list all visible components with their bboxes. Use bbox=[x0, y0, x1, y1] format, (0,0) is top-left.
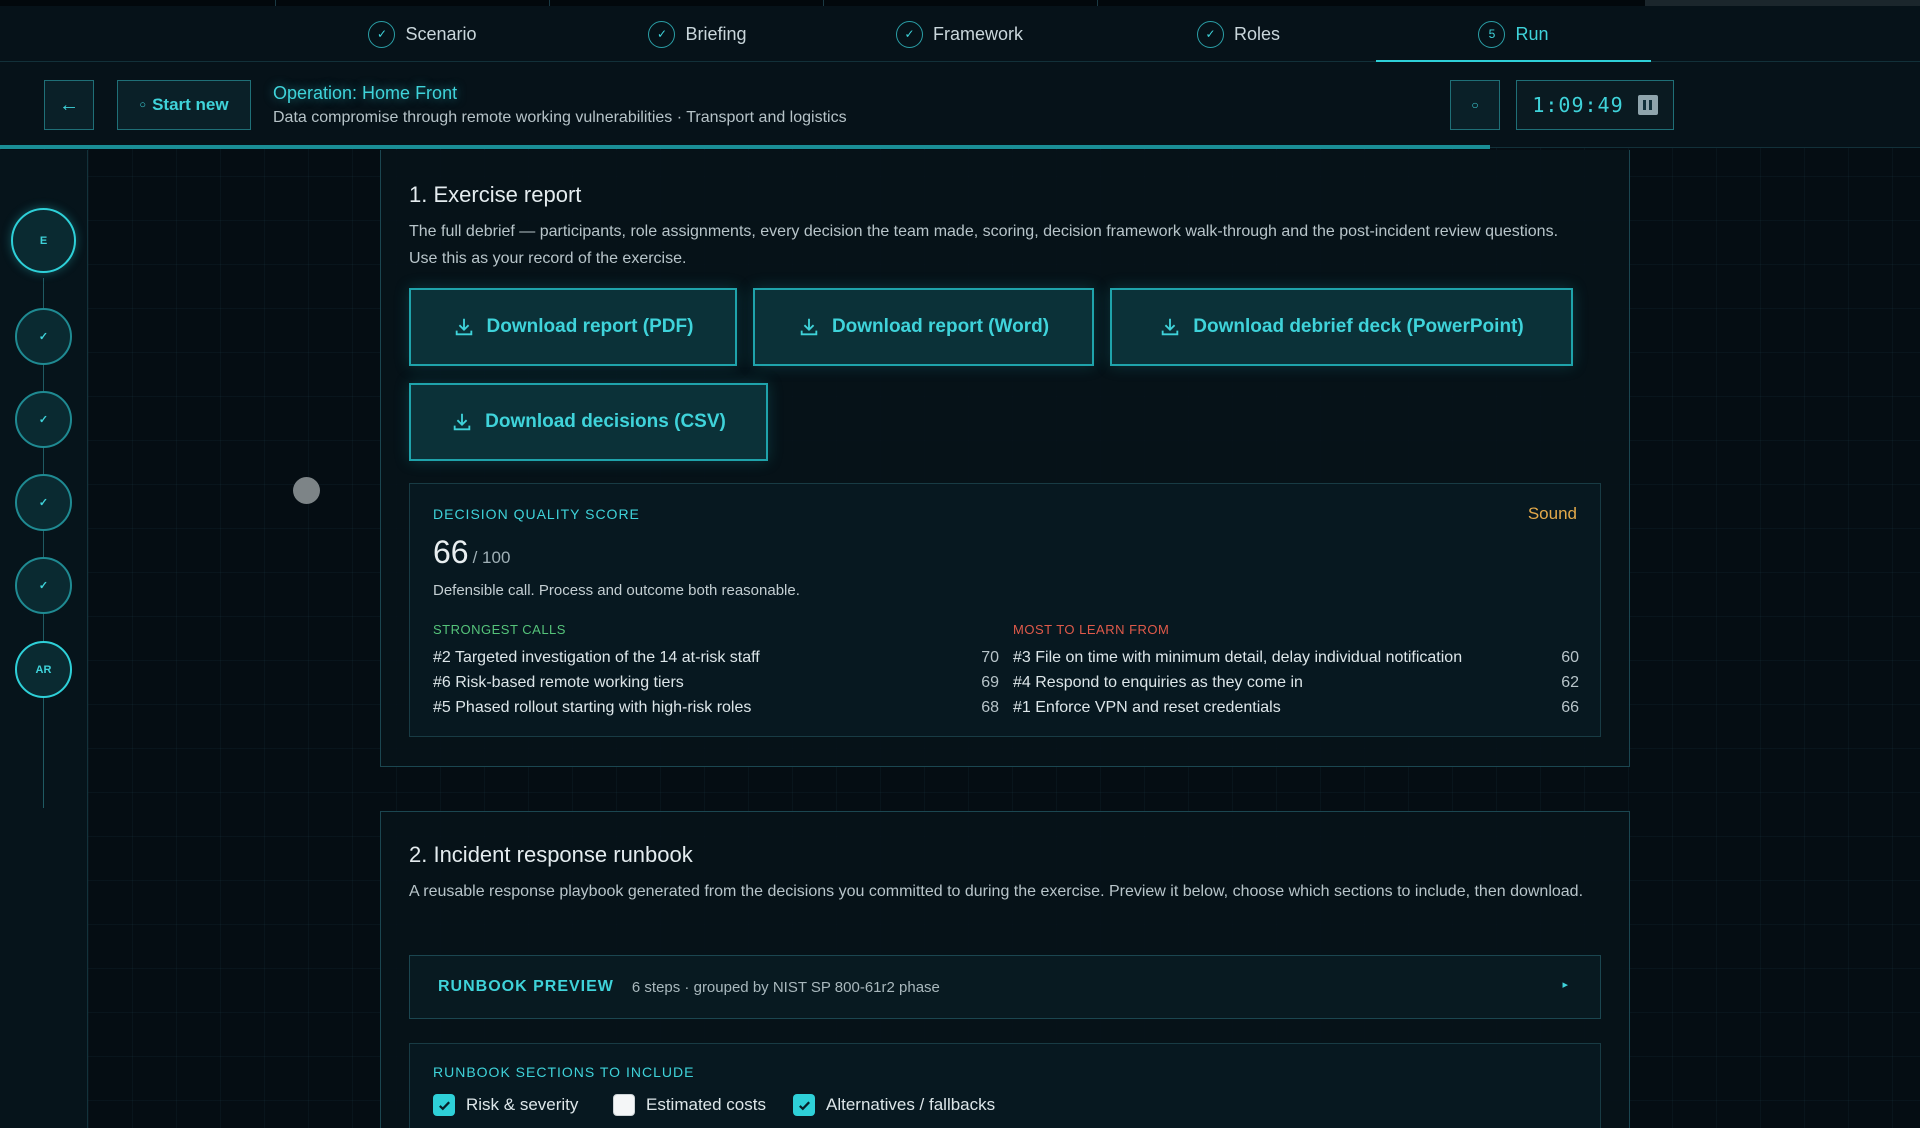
button-label: Download report (Word) bbox=[831, 316, 1050, 337]
check-icon: ✓ bbox=[368, 20, 396, 48]
rail-node-check[interactable]: ✓ bbox=[15, 557, 72, 614]
check-icon: ✓ bbox=[1196, 20, 1224, 48]
learn-from-list: MOST TO LEARN FROM #3 File on time with … bbox=[1013, 622, 1579, 720]
checkbox-label: Alternatives / fallbacks bbox=[826, 1095, 996, 1114]
exercise-timer: 1:09:49 bbox=[1516, 80, 1674, 130]
rail-node-check[interactable]: ✓ bbox=[15, 474, 72, 531]
step-scenario[interactable]: ✓ Scenario bbox=[285, 6, 560, 62]
score-value-wrap: 66/ 100 bbox=[433, 534, 510, 571]
item-label: #1 Enforce VPN and reset credentials bbox=[1013, 699, 1281, 716]
button-label: Download decisions (CSV) bbox=[485, 411, 726, 432]
score-badge: Sound bbox=[1527, 504, 1577, 523]
checkbox-label: Estimated costs bbox=[646, 1095, 766, 1114]
start-new-button[interactable]: ○ Start new bbox=[117, 80, 251, 130]
rail-node-check[interactable]: ✓ bbox=[15, 391, 72, 448]
step-label: Briefing bbox=[685, 23, 747, 44]
arrow-left-icon: ← bbox=[59, 93, 79, 116]
list-item: #5 Phased rollout starting with high-ris… bbox=[433, 695, 999, 720]
item-score: 66 bbox=[1561, 699, 1579, 716]
strongest-calls-list: STRONGEST CALLS #2 Targeted investigatio… bbox=[433, 622, 999, 720]
item-label: #4 Respond to enquiries as they come in bbox=[1013, 674, 1303, 691]
preview-title: RUNBOOK PREVIEW bbox=[438, 978, 614, 995]
item-score: 70 bbox=[981, 649, 999, 666]
button-label: Download debrief deck (PowerPoint) bbox=[1193, 316, 1524, 337]
download-pdf-button[interactable]: Download report (PDF) bbox=[409, 288, 737, 366]
download-powerpoint-button[interactable]: Download debrief deck (PowerPoint) bbox=[1110, 288, 1573, 366]
score-out-of: / 100 bbox=[472, 548, 511, 567]
strongest-calls-title: STRONGEST CALLS bbox=[433, 622, 566, 637]
section-description: The full debrief — participants, role as… bbox=[409, 223, 1559, 267]
refresh-icon: ○ bbox=[1471, 98, 1479, 112]
item-score: 69 bbox=[981, 674, 999, 691]
download-icon bbox=[453, 413, 471, 431]
item-score: 60 bbox=[1561, 649, 1579, 666]
step-number-icon: 5 bbox=[1478, 20, 1506, 48]
refresh-icon: ○ bbox=[139, 99, 147, 111]
runbook-sections: RUNBOOK SECTIONS TO INCLUDE Risk & sever… bbox=[409, 1043, 1601, 1128]
step-briefing[interactable]: ✓ Briefing bbox=[560, 6, 835, 62]
rail-node-check[interactable]: ✓ bbox=[15, 308, 72, 365]
score-value: 66 bbox=[433, 534, 469, 570]
operation-subtitle: Data compromise through remote working v… bbox=[273, 109, 847, 126]
button-label: Download report (PDF) bbox=[486, 316, 694, 337]
section-checkbox-costs[interactable]: Estimated costs bbox=[613, 1094, 766, 1116]
step-framework[interactable]: ✓ Framework bbox=[822, 6, 1097, 62]
item-label: #3 File on time with minimum detail, del… bbox=[1013, 649, 1463, 666]
checkbox-checked-icon[interactable] bbox=[793, 1094, 815, 1116]
step-roles[interactable]: ✓ Roles bbox=[1101, 6, 1376, 62]
item-label: #5 Phased rollout starting with high-ris… bbox=[433, 699, 752, 716]
caret-right-icon: ▸ bbox=[1562, 979, 1568, 991]
section-title: 2. Incident response runbook bbox=[409, 842, 693, 867]
check-icon: ✓ bbox=[648, 20, 676, 48]
step-navigation: ✓ Scenario ✓ Briefing ✓ Framework ✓ Role… bbox=[0, 0, 1920, 63]
step-label: Run bbox=[1515, 23, 1549, 44]
section-description: A reusable response playbook generated f… bbox=[409, 883, 1584, 900]
participant-rail bbox=[0, 150, 88, 1128]
decision-quality-card: DECISION QUALITY SCORE Sound 66/ 100 Def… bbox=[409, 483, 1601, 737]
rail-node-after-review[interactable]: AR bbox=[15, 641, 72, 698]
list-item: #1 Enforce VPN and reset credentials 66 bbox=[1013, 695, 1579, 720]
timer-value: 1:09:49 bbox=[1532, 93, 1624, 117]
learn-from-title: MOST TO LEARN FROM bbox=[1013, 622, 1170, 637]
section-checkbox-risk[interactable]: Risk & severity bbox=[433, 1094, 578, 1116]
check-icon: ✓ bbox=[895, 20, 923, 48]
item-score: 68 bbox=[981, 699, 999, 716]
exercise-report-panel: 1. Exercise report The full debrief — pa… bbox=[380, 150, 1630, 767]
download-icon bbox=[1162, 318, 1179, 336]
cursor-indicator bbox=[293, 477, 320, 504]
list-item: #6 Risk-based remote working tiers 69 bbox=[433, 670, 999, 695]
download-csv-button[interactable]: Download decisions (CSV) bbox=[409, 383, 768, 461]
score-label: DECISION QUALITY SCORE bbox=[433, 506, 640, 522]
step-label: Framework bbox=[932, 23, 1023, 44]
pause-icon[interactable] bbox=[1637, 95, 1658, 115]
operation-title: Operation: Home Front bbox=[273, 83, 458, 103]
list-item: #3 File on time with minimum detail, del… bbox=[1013, 645, 1579, 670]
item-label: #6 Risk-based remote working tiers bbox=[433, 674, 684, 691]
section-checkbox-alternatives[interactable]: Alternatives / fallbacks bbox=[793, 1094, 995, 1116]
step-label: Roles bbox=[1233, 23, 1281, 44]
list-item: #2 Targeted investigation of the 14 at-r… bbox=[433, 645, 999, 670]
runbook-panel: 2. Incident response runbook A reusable … bbox=[380, 811, 1630, 1128]
preview-meta: 6 steps · grouped by NIST SP 800-61r2 ph… bbox=[631, 978, 940, 996]
checkbox-checked-icon[interactable] bbox=[433, 1094, 455, 1116]
runbook-preview-toggle[interactable]: RUNBOOK PREVIEW 6 steps · grouped by NIS… bbox=[409, 955, 1601, 1019]
download-word-button[interactable]: Download report (Word) bbox=[753, 288, 1094, 366]
list-item: #4 Respond to enquiries as they come in 6… bbox=[1013, 670, 1579, 695]
score-note: Defensible call. Process and outcome bot… bbox=[433, 582, 800, 599]
exercise-progress-bar bbox=[0, 145, 1490, 149]
checkbox-unchecked-icon[interactable] bbox=[613, 1094, 635, 1116]
step-label: Scenario bbox=[405, 23, 477, 44]
start-new-label: Start new bbox=[152, 95, 229, 114]
rail-node-facilitator[interactable]: E bbox=[11, 208, 76, 273]
section-title: 1. Exercise report bbox=[409, 182, 582, 207]
sync-button[interactable]: ○ bbox=[1450, 80, 1500, 130]
checkbox-label: Risk & severity bbox=[466, 1095, 579, 1114]
item-score: 62 bbox=[1561, 674, 1579, 691]
sections-title: RUNBOOK SECTIONS TO INCLUDE bbox=[433, 1064, 695, 1080]
step-run[interactable]: 5 Run bbox=[1376, 6, 1651, 63]
download-icon bbox=[800, 318, 818, 336]
item-label: #2 Targeted investigation of the 14 at-r… bbox=[433, 649, 760, 666]
back-button[interactable]: ← bbox=[44, 80, 94, 130]
download-icon bbox=[455, 318, 472, 336]
